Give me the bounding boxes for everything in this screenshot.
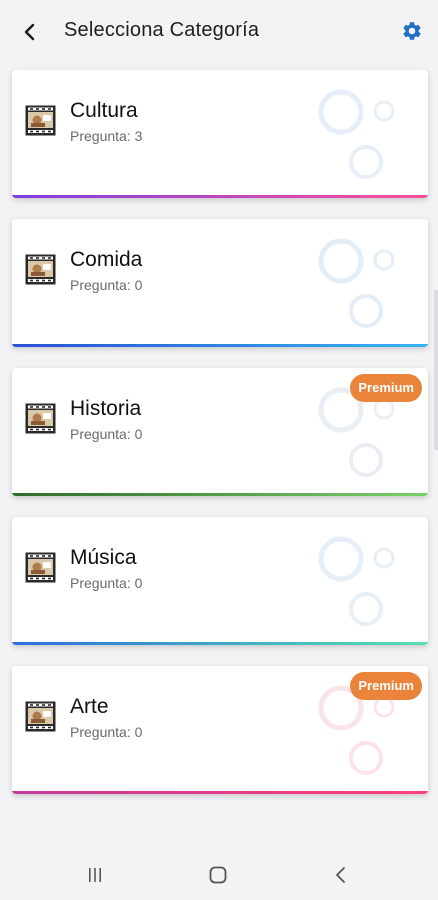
category-list: Cultura Pregunta: 3 Comida Pregunta: 0 H… <box>12 70 428 815</box>
quiz-category-icon <box>25 105 56 136</box>
arrow-back-icon <box>24 23 35 41</box>
quiz-category-icon <box>25 552 56 583</box>
settings-button[interactable] <box>398 17 426 45</box>
category-accent-bar <box>12 195 428 198</box>
system-navigation-bar <box>0 848 438 900</box>
category-card[interactable]: Comida Pregunta: 0 <box>12 219 428 347</box>
question-count: Pregunta: 0 <box>70 575 143 591</box>
back-chevron-icon <box>336 867 345 883</box>
category-name: Música <box>70 546 137 569</box>
premium-badge: Premium <box>350 374 422 402</box>
decorative-circles <box>318 238 395 328</box>
question-count: Pregunta: 0 <box>70 426 143 442</box>
gear-icon <box>403 22 421 40</box>
category-name: Historia <box>70 397 142 420</box>
recents-button[interactable] <box>82 862 108 888</box>
premium-badge: Premium <box>350 672 422 700</box>
category-accent-bar <box>12 791 428 794</box>
recents-icon <box>89 868 101 882</box>
category-card[interactable]: Cultura Pregunta: 3 <box>12 70 428 198</box>
quiz-category-icon <box>25 254 56 285</box>
question-count: Pregunta: 3 <box>70 128 143 144</box>
category-card[interactable]: Historia Pregunta: 0 Premium <box>12 368 428 496</box>
quiz-category-icon <box>25 403 56 434</box>
category-name: Cultura <box>70 99 138 122</box>
category-name: Arte <box>70 695 109 718</box>
home-button[interactable] <box>205 862 231 888</box>
category-accent-bar <box>12 344 428 347</box>
system-back-button[interactable] <box>328 862 354 888</box>
edge-panel-handle[interactable] <box>434 290 438 450</box>
back-button[interactable] <box>16 18 44 46</box>
question-count: Pregunta: 0 <box>70 277 143 293</box>
page-title: Selecciona Categoría <box>64 19 260 41</box>
question-count: Pregunta: 0 <box>70 724 143 740</box>
category-accent-bar <box>12 642 428 645</box>
decorative-circles <box>318 89 395 179</box>
category-card[interactable]: Música Pregunta: 0 <box>12 517 428 645</box>
decorative-circles <box>318 536 395 626</box>
category-accent-bar <box>12 493 428 496</box>
quiz-category-icon <box>25 701 56 732</box>
home-icon <box>209 866 227 884</box>
app-bar: Selecciona Categoría <box>0 0 438 62</box>
category-card[interactable]: Arte Pregunta: 0 Premium <box>12 666 428 794</box>
category-name: Comida <box>70 248 143 271</box>
